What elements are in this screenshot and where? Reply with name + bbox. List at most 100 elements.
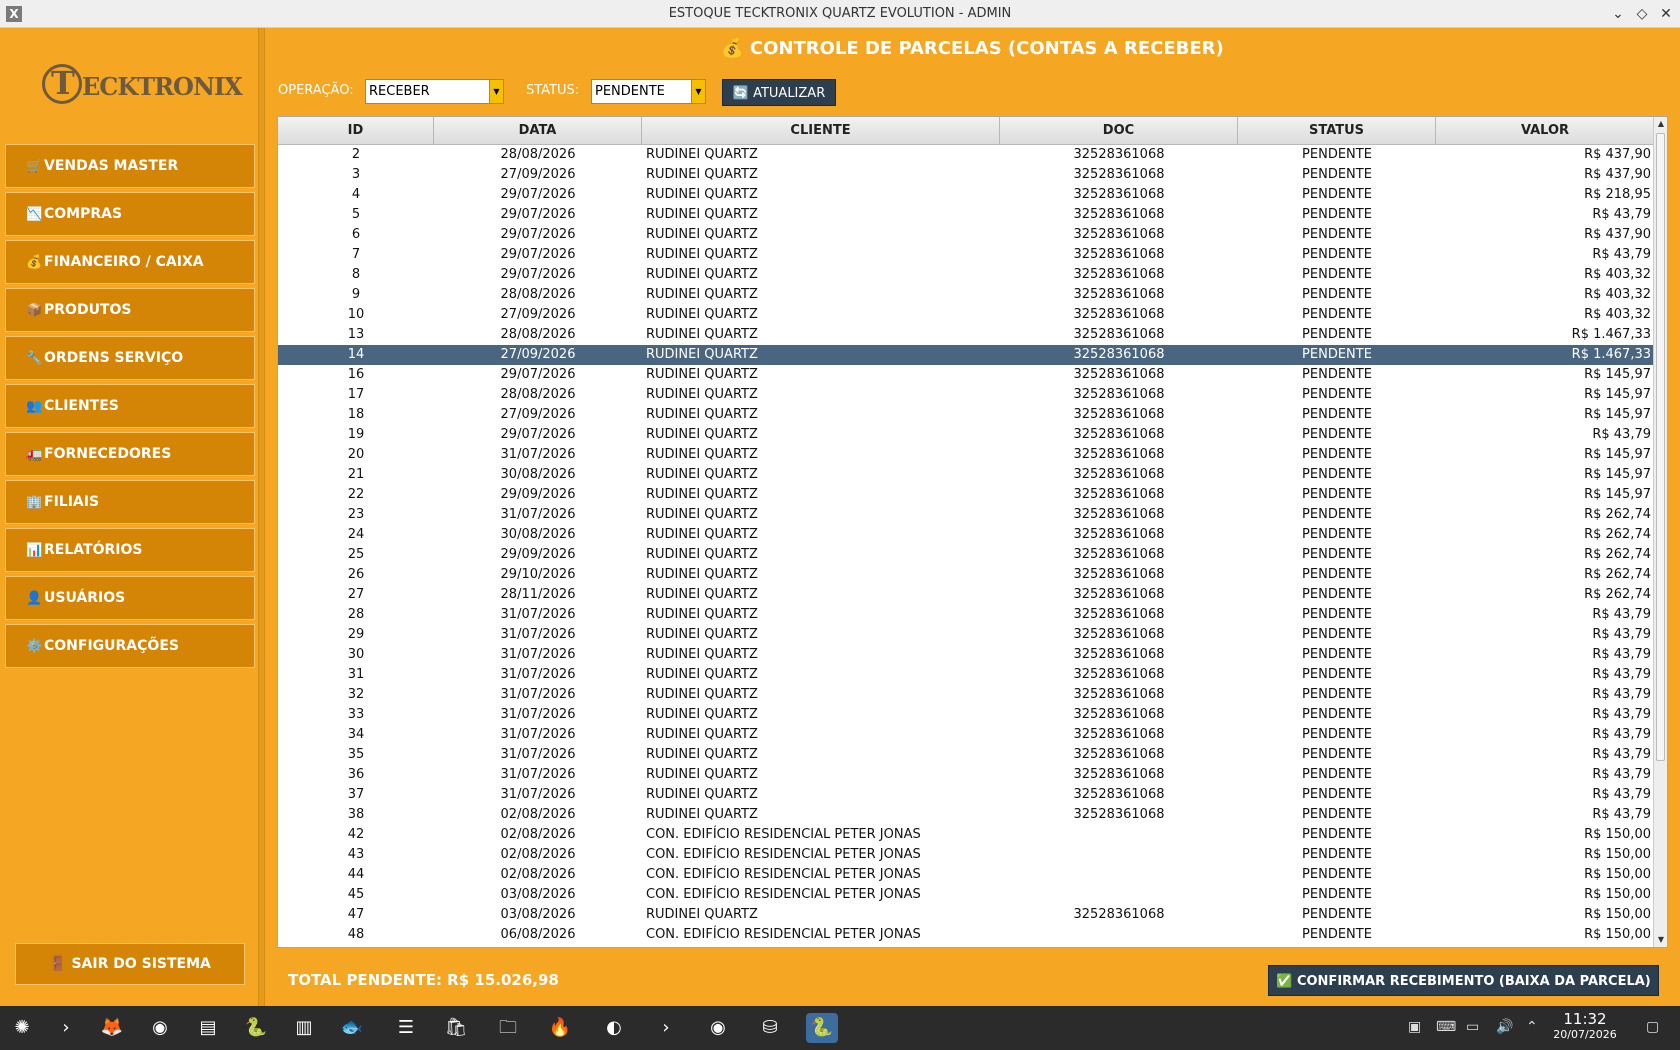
sidebar-item-vendas-master[interactable]: 🛒 VENDAS MASTER (5, 144, 255, 188)
terminal-icon[interactable]: › (50, 1013, 82, 1043)
scroll-down-icon[interactable]: ▼ (1654, 933, 1667, 947)
operation-select[interactable]: RECEBER ▼ (365, 79, 504, 104)
refresh-button[interactable]: 🔄 ATUALIZAR (722, 79, 836, 106)
chevron-down-icon[interactable]: ▼ (489, 80, 503, 103)
table-row[interactable]: 21 30/08/2026 RUDINEI QUARTZ 32528361068 PEN… (278, 465, 1655, 485)
table-row[interactable]: 28 31/07/2026 RUDINEI QUARTZ 32528361068 PEN… (278, 605, 1655, 625)
chrome-2-icon[interactable]: ◉ (702, 1013, 734, 1043)
table-row[interactable]: 3 27/09/2026 RUDINEI QUARTZ 32528361068 PEND… (278, 165, 1655, 185)
volume-icon[interactable]: 🔊 (1496, 1019, 1513, 1035)
table-row[interactable]: 13 28/08/2026 RUDINEI QUARTZ 32528361068 PEN… (278, 325, 1655, 345)
table-row[interactable]: 30 31/07/2026 RUDINEI QUARTZ 32528361068 PEN… (278, 645, 1655, 665)
table-row[interactable]: 38 02/08/2026 RUDINEI QUARTZ 32528361068 PEN… (278, 805, 1655, 825)
table-row[interactable]: 18 27/09/2026 RUDINEI QUARTZ 32528361068 PEN… (278, 405, 1655, 425)
firefox-icon[interactable]: 🔥 (544, 1013, 576, 1043)
sidebar-item-compras[interactable]: 📉 COMPRAS (5, 192, 255, 236)
table-scrollbar[interactable]: ▲ ▼ (1653, 117, 1667, 947)
table-row[interactable]: 17 28/08/2026 RUDINEI QUARTZ 32528361068 PEN… (278, 385, 1655, 405)
table-row[interactable]: 44 02/08/2026 CON. EDIFÍCIO RESIDENCIAL PE… (278, 865, 1655, 885)
table-row[interactable]: 5 29/07/2026 RUDINEI QUARTZ 32528361068 PEND… (278, 205, 1655, 225)
table-row[interactable]: 10 27/09/2026 RUDINEI QUARTZ 32528361068 PEN… (278, 305, 1655, 325)
table-row[interactable]: 2 28/08/2026 RUDINEI QUARTZ 32528361068 PEND… (278, 145, 1655, 165)
column-header-cliente[interactable]: CLIENTE (642, 117, 1000, 145)
table-row[interactable]: 23 31/07/2026 RUDINEI QUARTZ 32528361068 PEN… (278, 505, 1655, 525)
minimize-icon[interactable]: ⌄ (1608, 4, 1628, 24)
table-row[interactable]: 33 31/07/2026 RUDINEI QUARTZ 32528361068 PEN… (278, 705, 1655, 725)
show-desktop-icon[interactable]: ▢ (1646, 1019, 1659, 1035)
python-app-icon[interactable]: 🐍 (806, 1013, 838, 1043)
column-header-doc[interactable]: DOC (1000, 117, 1238, 145)
system-menu-icon[interactable]: ✺ (6, 1013, 38, 1043)
keyboard-icon[interactable]: ⌨ (1436, 1019, 1456, 1035)
table-row[interactable]: 4 29/07/2026 RUDINEI QUARTZ 32528361068 PEND… (278, 185, 1655, 205)
table-row[interactable]: 37 31/07/2026 RUDINEI QUARTZ 32528361068 PEN… (278, 785, 1655, 805)
table-row[interactable]: 7 29/07/2026 RUDINEI QUARTZ 32528361068 PEND… (278, 245, 1655, 265)
table-row[interactable]: 43 02/08/2026 CON. EDIFÍCIO RESIDENCIAL PE… (278, 845, 1655, 865)
chevron-down-icon[interactable]: ▼ (691, 80, 705, 103)
maximize-icon[interactable]: ◇ (1632, 4, 1652, 24)
sidebar-item-relat-rios[interactable]: 📊 RELATÓRIOS (5, 528, 255, 572)
status-select[interactable]: PENDENTE ▼ (591, 79, 706, 104)
fish-icon[interactable]: 🐟 (336, 1013, 368, 1043)
sidebar-item-usu-rios[interactable]: 👤 USUÁRIOS (5, 576, 255, 620)
table-row[interactable]: 20 31/07/2026 RUDINEI QUARTZ 32528361068 PEN… (278, 445, 1655, 465)
cell-doc: 32528361068 (1073, 687, 1165, 702)
table-row[interactable]: 36 31/07/2026 RUDINEI QUARTZ 32528361068 PEN… (278, 765, 1655, 785)
sidebar-item-clientes[interactable]: 👥 CLIENTES (5, 384, 255, 428)
table-row[interactable]: 24 30/08/2026 RUDINEI QUARTZ 32528361068 PEN… (278, 525, 1655, 545)
document-icon[interactable]: ▥ (288, 1013, 320, 1043)
table-row[interactable]: 27 28/11/2026 RUDINEI QUARTZ 32528361068 PEN… (278, 585, 1655, 605)
settings-sliders-icon[interactable]: ☰ (390, 1013, 422, 1043)
browser-icon[interactable]: ◐ (598, 1013, 630, 1043)
sidebar-item-financeiro-caixa[interactable]: 💰 FINANCEIRO / CAIXA (5, 240, 255, 284)
sidebar-splitter[interactable] (258, 28, 265, 1006)
table-row[interactable]: 32 31/07/2026 RUDINEI QUARTZ 32528361068 PEN… (278, 685, 1655, 705)
table-row[interactable]: 48 06/08/2026 CON. EDIFÍCIO RESIDENCIAL PE… (278, 925, 1655, 945)
column-header-id[interactable]: ID (278, 117, 434, 145)
network-icon[interactable]: ▭ (1466, 1019, 1479, 1035)
confirm-receipt-button[interactable]: ✅ CONFIRMAR RECEBIMENTO (BAIXA DA PARCEL… (1268, 965, 1659, 996)
table-row[interactable]: 47 03/08/2026 RUDINEI QUARTZ 32528361068 PEN… (278, 905, 1655, 925)
close-icon[interactable]: ✕ (1656, 4, 1676, 24)
terminal-2-icon[interactable]: › (650, 1013, 682, 1043)
cell-doc (1000, 925, 1238, 945)
sidebar-item-configura-es[interactable]: ⚙️ CONFIGURAÇÕES (5, 624, 255, 668)
clipboard-icon[interactable]: ▣ (1408, 1019, 1421, 1035)
sidebar-item-fornecedores[interactable]: 🚛 FORNECEDORES (5, 432, 255, 476)
column-header-valor[interactable]: VALOR (1436, 117, 1655, 145)
clock[interactable]: 11:32 20/07/2026 (1540, 1010, 1630, 1041)
table-row[interactable]: 35 31/07/2026 RUDINEI QUARTZ 32528361068 PEN… (278, 745, 1655, 765)
table-row[interactable]: 34 31/07/2026 RUDINEI QUARTZ 32528361068 PEN… (278, 725, 1655, 745)
column-header-status[interactable]: STATUS (1238, 117, 1436, 145)
table-row[interactable]: 22 29/09/2026 RUDINEI QUARTZ 32528361068 PEN… (278, 485, 1655, 505)
table-row[interactable]: 19 29/07/2026 RUDINEI QUARTZ 32528361068 PEN… (278, 425, 1655, 445)
table-row[interactable]: 45 03/08/2026 CON. EDIFÍCIO RESIDENCIAL PE… (278, 885, 1655, 905)
sidebar-item-produtos[interactable]: 📦 PRODUTOS (5, 288, 255, 332)
tray-expand-icon[interactable]: ⌃ (1526, 1019, 1538, 1035)
table-row[interactable]: 25 29/09/2026 RUDINEI QUARTZ 32528361068 PEN… (278, 545, 1655, 565)
column-header-data[interactable]: DATA (434, 117, 642, 145)
table-row[interactable]: 29 31/07/2026 RUDINEI QUARTZ 32528361068 PEN… (278, 625, 1655, 645)
scrollbar-thumb[interactable] (1656, 133, 1665, 761)
sidebar-item-filiais[interactable]: 🏢 FILIAIS (5, 480, 255, 524)
installments-table[interactable]: ID DATA CLIENTE DOC STATUS VALOR 2 28/08/… (277, 116, 1668, 948)
sidebar-item-ordens-servi-o[interactable]: 🔧 ORDENS SERVIÇO (5, 336, 255, 380)
window-title-bar[interactable]: X ESTOQUE TECKTRONIX QUARTZ EVOLUTION - … (0, 0, 1680, 28)
table-row[interactable]: 6 29/07/2026 RUDINEI QUARTZ 32528361068 PEND… (278, 225, 1655, 245)
exit-button[interactable]: 🚪 SAIR DO SISTEMA (15, 943, 245, 985)
table-row[interactable]: 26 29/10/2026 RUDINEI QUARTZ 32528361068 PEN… (278, 565, 1655, 585)
table-row[interactable]: 42 02/08/2026 CON. EDIFÍCIO RESIDENCIAL PE… (278, 825, 1655, 845)
text-editor-icon[interactable]: ▤ (192, 1013, 224, 1043)
python-icon[interactable]: 🐍 (240, 1013, 272, 1043)
file-manager-icon[interactable]: 🗀 (492, 1013, 524, 1043)
table-row[interactable]: 9 28/08/2026 RUDINEI QUARTZ 32528361068 PEND… (278, 285, 1655, 305)
table-row[interactable]: 14 27/09/2026 RUDINEI QUARTZ 32528361068 PEN… (278, 345, 1655, 365)
store-icon[interactable]: 🛍 (440, 1013, 472, 1043)
table-row[interactable]: 8 29/07/2026 RUDINEI QUARTZ 32528361068 PEND… (278, 265, 1655, 285)
scroll-up-icon[interactable]: ▲ (1654, 117, 1667, 131)
gimp-icon[interactable]: 🦊 (96, 1013, 128, 1043)
database-icon[interactable]: ⛁ (754, 1013, 786, 1043)
table-row[interactable]: 16 29/07/2026 RUDINEI QUARTZ 32528361068 PEN… (278, 365, 1655, 385)
chrome-icon[interactable]: ◉ (144, 1013, 176, 1043)
table-row[interactable]: 31 31/07/2026 RUDINEI QUARTZ 32528361068 PEN… (278, 665, 1655, 685)
